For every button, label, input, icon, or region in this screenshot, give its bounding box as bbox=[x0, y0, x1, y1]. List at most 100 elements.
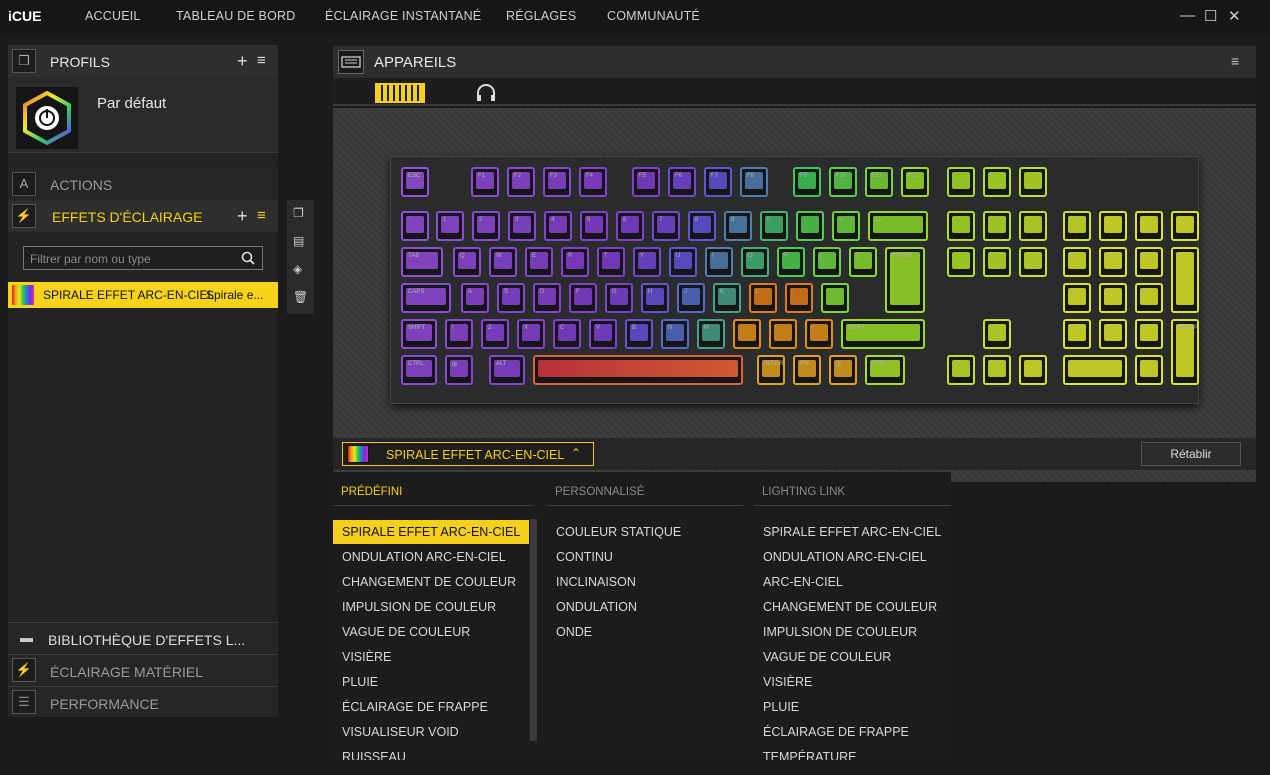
keyboard-key[interactable]: W bbox=[489, 247, 517, 277]
keyboard-key[interactable]: 9 bbox=[1135, 247, 1163, 277]
nav-communaute[interactable]: COMMUNAUTÉ bbox=[607, 9, 700, 23]
keyboard-key[interactable]: / bbox=[805, 319, 833, 349]
reset-button[interactable]: Rétablir bbox=[1141, 442, 1241, 466]
effects-menu-button[interactable]: ≡ bbox=[257, 207, 266, 224]
keyboard-key[interactable]: N bbox=[661, 319, 689, 349]
lighting-link-item[interactable]: PLUIE bbox=[754, 695, 799, 719]
keyboard-key[interactable] bbox=[983, 247, 1011, 277]
lighting-link-item[interactable]: ÉCLAIRAGE DE FRAPPE bbox=[754, 720, 909, 744]
keyboard-key[interactable]: F8 bbox=[740, 167, 768, 197]
keyboard-key[interactable]: 0 bbox=[1063, 355, 1127, 385]
keyboard-key[interactable]: Y bbox=[633, 247, 661, 277]
keyboard-key[interactable] bbox=[947, 167, 975, 197]
keyboard-key[interactable] bbox=[1171, 211, 1199, 241]
lighting-link-item[interactable]: ONDULATION ARC-EN-CIEL bbox=[754, 545, 927, 569]
keyboard-key[interactable]: 2 bbox=[472, 211, 500, 241]
lighting-link-item[interactable]: IMPULSION DE COULEUR bbox=[754, 620, 917, 644]
keyboard-key[interactable]: ← bbox=[947, 355, 975, 385]
keyboard-key[interactable]: ↑ bbox=[983, 319, 1011, 349]
predefined-item[interactable]: SPIRALE EFFET ARC-EN-CIEL bbox=[333, 520, 529, 544]
custom-item[interactable]: ONDULATION bbox=[547, 595, 637, 619]
keyboard-key[interactable]: H bbox=[641, 283, 669, 313]
keyboard-key[interactable]: CTRL bbox=[865, 355, 905, 385]
keyboard-key[interactable] bbox=[1063, 211, 1091, 241]
keyboard-key[interactable] bbox=[947, 211, 975, 241]
keyboard-tab-icon[interactable] bbox=[375, 83, 425, 103]
lighting-link-item[interactable]: TEMPÉRATURE bbox=[754, 745, 857, 760]
predefined-item[interactable]: VAGUE DE COULEUR bbox=[333, 620, 470, 644]
keyboard-key[interactable]: 0 bbox=[760, 211, 788, 241]
keyboard-key[interactable]: F7 bbox=[704, 167, 732, 197]
keyboard-key[interactable]: [ bbox=[813, 247, 841, 277]
headset-icon[interactable] bbox=[475, 82, 497, 104]
keyboard-key[interactable]: I bbox=[705, 247, 733, 277]
custom-item[interactable]: ONDE bbox=[547, 620, 592, 644]
keyboard-key[interactable]: 8 bbox=[1099, 247, 1127, 277]
keyboard-key[interactable]: O bbox=[741, 247, 769, 277]
keyboard-key[interactable]: J bbox=[677, 283, 705, 313]
keyboard-key[interactable]: 5 bbox=[580, 211, 608, 241]
keyboard-key[interactable]: 1 bbox=[436, 211, 464, 241]
add-profile-button[interactable]: + bbox=[237, 51, 248, 72]
keyboard-key[interactable] bbox=[947, 247, 975, 277]
keyboard-key[interactable]: A bbox=[461, 283, 489, 313]
keyboard-key[interactable]: 3 bbox=[1135, 319, 1163, 349]
keyboard-key[interactable]: F1 bbox=[471, 167, 499, 197]
keyboard-key[interactable] bbox=[983, 167, 1011, 197]
custom-item[interactable]: CONTINU bbox=[547, 545, 613, 569]
keyboard-key[interactable]: F5 bbox=[632, 167, 660, 197]
keyboard-key[interactable]: D bbox=[533, 283, 561, 313]
keyboard-key[interactable]: 5 bbox=[1099, 283, 1127, 313]
keyboard-key[interactable]: ENTER bbox=[885, 247, 925, 313]
predefined-item[interactable]: RUISSEAU bbox=[333, 745, 406, 760]
lighting-link-item[interactable]: VAGUE DE COULEUR bbox=[754, 645, 891, 669]
keyboard-key[interactable]: 4 bbox=[544, 211, 572, 241]
keyboard-key[interactable]: ☰ bbox=[829, 355, 857, 385]
keyboard-key[interactable]: F6 bbox=[668, 167, 696, 197]
keyboard-key[interactable]: . bbox=[1135, 355, 1163, 385]
keyboard-key[interactable]: SHIFT bbox=[841, 319, 925, 349]
keyboard-key[interactable]: G bbox=[605, 283, 633, 313]
keyboard-key[interactable] bbox=[1135, 211, 1163, 241]
keyboard-key[interactable]: → bbox=[1019, 355, 1047, 385]
keyboard-key[interactable]: = bbox=[832, 211, 860, 241]
keyboard-key[interactable]: ESC bbox=[401, 167, 429, 197]
nav-accueil[interactable]: ACCUEIL bbox=[85, 9, 141, 23]
keyboard-key[interactable]: X bbox=[517, 319, 545, 349]
lighting-link-item[interactable]: SPIRALE EFFET ARC-EN-CIEL bbox=[754, 520, 941, 544]
keyboard-key[interactable]: Z bbox=[481, 319, 509, 349]
predefined-item[interactable]: PLUIE bbox=[333, 670, 378, 694]
keyboard-key[interactable]: L bbox=[749, 283, 777, 313]
predefined-item[interactable]: VISIÈRE bbox=[333, 645, 391, 669]
keyboard-key[interactable]: ] bbox=[849, 247, 877, 277]
keyboard-key[interactable]: FN bbox=[793, 355, 821, 385]
predefined-scrollbar[interactable] bbox=[530, 519, 537, 741]
maximize-button[interactable]: ☐ bbox=[1204, 7, 1217, 25]
keyboard-key[interactable]: R bbox=[561, 247, 589, 277]
keyboard-key[interactable]: CAPS bbox=[401, 283, 451, 313]
devices-menu-icon[interactable]: ≡ bbox=[1231, 53, 1239, 69]
keyboard-key[interactable] bbox=[1099, 211, 1127, 241]
keyboard-key[interactable]: ' bbox=[821, 283, 849, 313]
keyboard-key[interactable]: F12 bbox=[901, 167, 929, 197]
keyboard-key[interactable]: F2 bbox=[507, 167, 535, 197]
lighting-link-item[interactable]: VISIÈRE bbox=[754, 670, 812, 694]
keyboard-key[interactable]: F10 bbox=[829, 167, 857, 197]
predefined-item[interactable]: VISUALISEUR VOID bbox=[333, 720, 459, 744]
hardware-lighting-section[interactable]: ⚡ ÉCLAIRAGE MATÉRIEL bbox=[8, 654, 278, 685]
keyboard-key[interactable]: ENTER bbox=[1171, 319, 1199, 385]
keyboard-key[interactable]: ⊞ bbox=[445, 355, 473, 385]
keyboard-key[interactable]: F11 bbox=[865, 167, 893, 197]
keyboard-key[interactable]: E bbox=[525, 247, 553, 277]
keyboard-key[interactable]: F4 bbox=[579, 167, 607, 197]
actions-header[interactable]: A ACTIONS bbox=[8, 168, 278, 200]
trash-icon[interactable]: 🗑 bbox=[293, 290, 308, 304]
nav-reglages[interactable]: RÉGLAGES bbox=[506, 9, 576, 23]
keyboard-key[interactable]: 6 bbox=[1135, 283, 1163, 313]
profile-card[interactable]: Par défaut bbox=[8, 77, 278, 153]
close-button[interactable]: ✕ bbox=[1228, 7, 1241, 25]
keyboard-key[interactable]: + bbox=[1171, 247, 1199, 313]
keyboard-key[interactable]: 3 bbox=[508, 211, 536, 241]
lighting-header[interactable]: ⚡ EFFETS D'ÉCLAIRAGE + ≡ bbox=[8, 200, 278, 232]
keyboard-key[interactable]: ` bbox=[401, 211, 429, 241]
